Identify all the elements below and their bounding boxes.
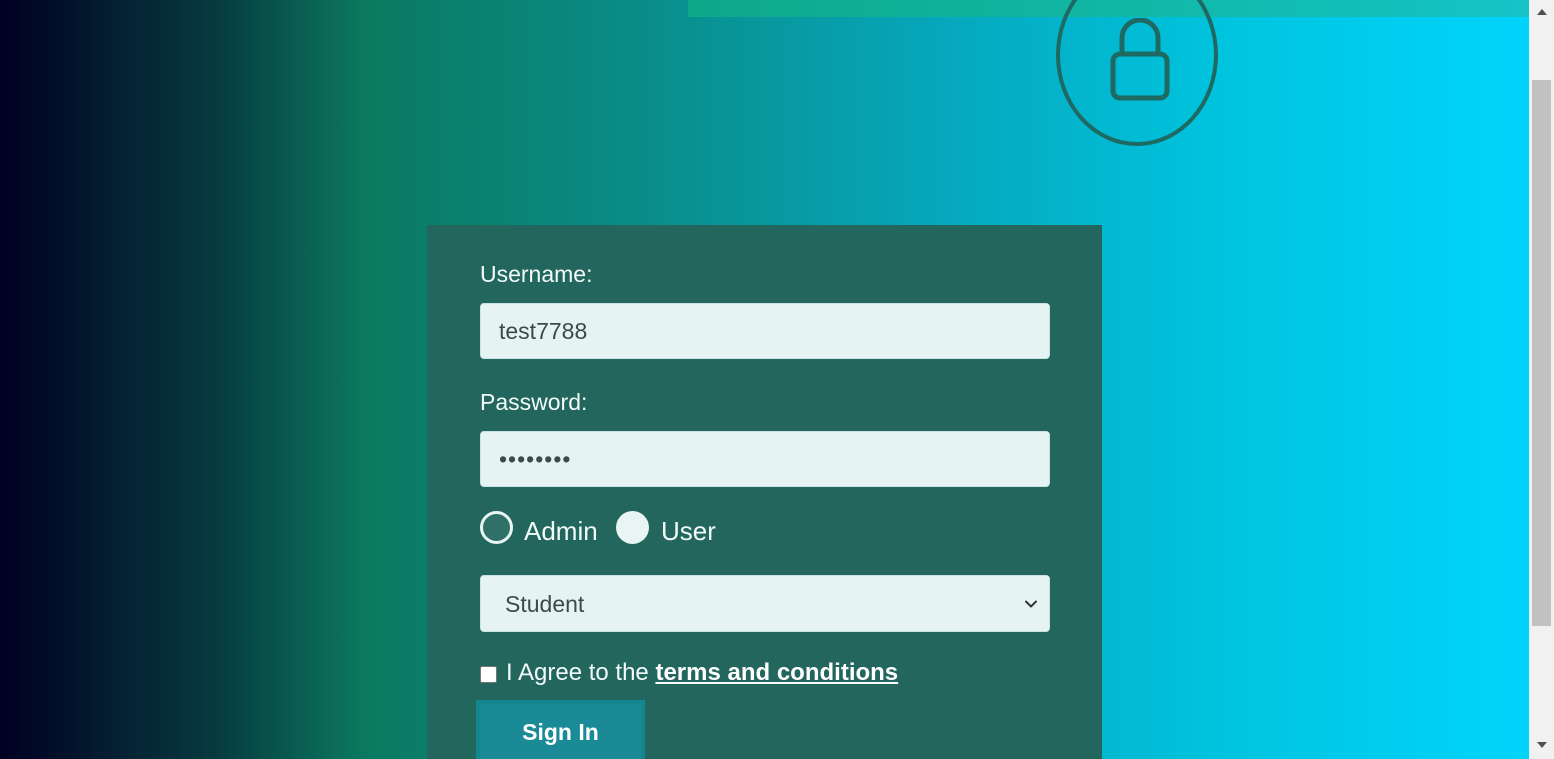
password-label: Password:: [480, 389, 588, 415]
agree-prefix: I Agree to the: [506, 659, 649, 686]
account-type-select[interactable]: Student: [480, 575, 1050, 632]
admin-radio[interactable]: [480, 511, 513, 544]
scroll-down-arrow-icon[interactable]: [1529, 737, 1554, 754]
user-radio-label[interactable]: User: [661, 516, 716, 547]
login-form: Username: test7788 Password: •••••••• Ad…: [427, 225, 1102, 759]
password-input[interactable]: ••••••••: [480, 431, 1050, 487]
username-input[interactable]: test7788: [480, 303, 1050, 359]
page-background: Username: test7788 Password: •••••••• Ad…: [0, 0, 1529, 759]
user-radio[interactable]: [616, 511, 649, 544]
username-label: Username:: [480, 261, 593, 287]
admin-radio-label[interactable]: Admin: [524, 516, 598, 547]
sign-in-button[interactable]: Sign In: [476, 700, 645, 759]
terms-and-conditions-link[interactable]: terms and conditions: [655, 659, 898, 686]
vertical-scrollbar[interactable]: [1529, 0, 1554, 759]
scroll-up-arrow-icon[interactable]: [1529, 3, 1554, 20]
chevron-down-icon: [1025, 600, 1037, 608]
account-type-selected-value: Student: [505, 591, 585, 617]
agree-text: I Agree to the terms and conditions: [506, 659, 898, 687]
scrollbar-thumb[interactable]: [1532, 80, 1551, 626]
agree-checkbox[interactable]: [480, 666, 497, 683]
lock-icon: [1110, 18, 1170, 101]
